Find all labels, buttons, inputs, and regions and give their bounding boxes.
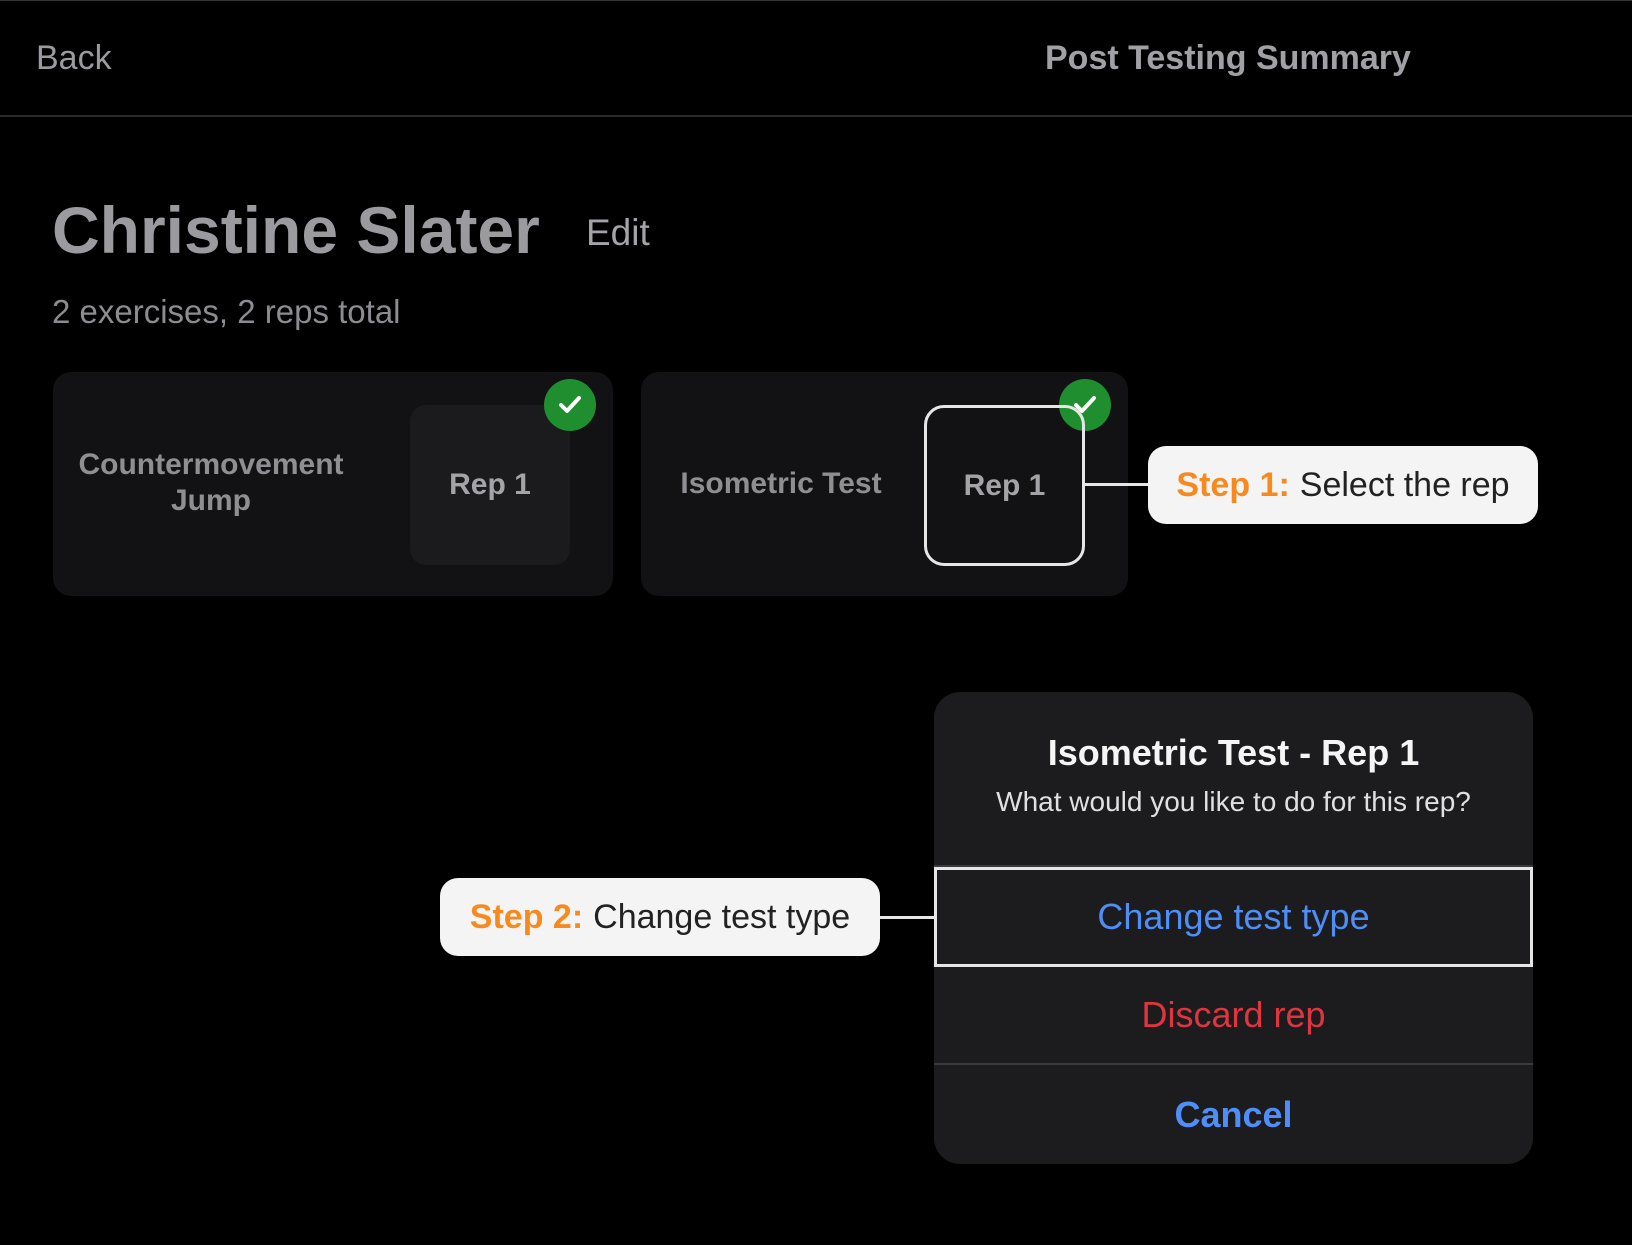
callout-connector <box>1085 483 1148 486</box>
rep-tile-selected[interactable]: Rep 1 <box>924 405 1085 566</box>
discard-rep-button[interactable]: Discard rep <box>934 967 1533 1065</box>
back-button[interactable]: Back <box>36 39 112 78</box>
action-sheet-subtitle: What would you like to do for this rep? <box>996 786 1471 817</box>
exercise-name: Isometric Test <box>680 467 882 500</box>
callout-step-label: Step 2: <box>469 897 584 936</box>
callout-step-text: Change test type <box>593 897 851 936</box>
rep-tile[interactable]: Rep 1 <box>410 405 570 565</box>
callout-step-1: Step 1: Select the rep <box>1148 446 1538 524</box>
exercise-card-isometric-test: Isometric Test Rep 1 <box>641 372 1128 596</box>
navigation-bar: Back Post Testing Summary <box>0 0 1632 117</box>
callout-step-text: Select the rep <box>1299 465 1510 504</box>
cancel-button[interactable]: Cancel <box>934 1065 1533 1164</box>
callout-connector <box>880 916 936 919</box>
session-summary: 2 exercises, 2 reps total <box>52 293 401 330</box>
callout-step-label: Step 1: <box>1176 465 1290 504</box>
page-title: Post Testing Summary <box>1045 39 1411 77</box>
change-test-type-button[interactable]: Change test type <box>934 867 1533 967</box>
exercise-card-countermovement-jump: Countermovement Jump Rep 1 <box>53 372 613 596</box>
callout-step-2: Step 2: Change test type <box>440 878 880 956</box>
edit-button[interactable]: Edit <box>586 212 650 254</box>
exercise-name: Countermovement Jump <box>78 448 344 517</box>
action-sheet-title: Isometric Test - Rep 1 <box>1047 732 1420 773</box>
action-sheet: Isometric Test - Rep 1 What would you li… <box>934 692 1533 1164</box>
athlete-name: Christine Slater <box>52 193 540 267</box>
check-icon <box>544 379 596 431</box>
